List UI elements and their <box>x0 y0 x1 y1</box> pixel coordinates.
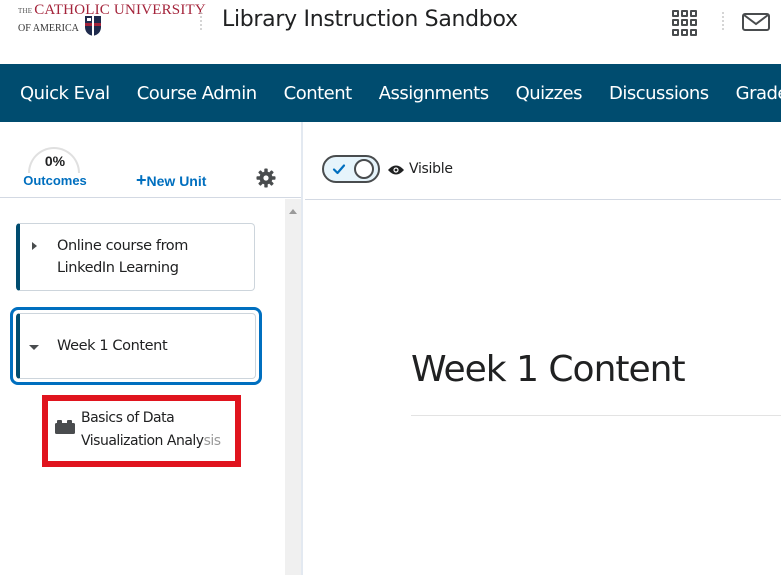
course-navbar: Quick Eval Course Admin Content Assignme… <box>0 64 781 122</box>
new-unit-button[interactable]: +New Unit <box>136 170 206 191</box>
nav-discussions[interactable]: Discussions <box>609 83 709 104</box>
lego-block-icon <box>55 420 75 434</box>
topic-item-highlighted[interactable]: Basics of Data Visualization Analysis <box>42 395 241 467</box>
unit-item[interactable]: Online course from LinkedIn Learning <box>16 223 255 291</box>
topic-title: Basics of Data Visualization Analysis <box>81 407 241 453</box>
main-content: Visible Week 1 Content <box>305 122 781 575</box>
logo-line1: CATHOLIC UNIVERSITY <box>34 2 206 18</box>
eye-icon <box>388 165 404 175</box>
unit-title: Week 1 Content <box>57 338 168 354</box>
sidebar-scrollbar[interactable] <box>285 199 301 575</box>
apps-grid-icon[interactable] <box>672 10 698 36</box>
course-title[interactable]: Library Instruction Sandbox <box>222 7 518 32</box>
logo-prefix: THE <box>18 6 33 15</box>
nav-content[interactable]: Content <box>284 83 353 104</box>
topic-title-line1: Basics of Data <box>81 410 175 426</box>
mail-icon[interactable] <box>742 13 770 31</box>
divider <box>411 415 781 416</box>
scroll-up-arrow-icon[interactable] <box>289 209 297 214</box>
logo-line2: OF AMERICA <box>18 22 79 34</box>
page-title[interactable]: Week 1 Content <box>411 349 686 390</box>
outcomes-percent: 0% <box>44 153 66 169</box>
nav-assignments[interactable]: Assignments <box>379 83 489 104</box>
visibility-label: Visible <box>409 161 453 177</box>
gear-icon[interactable] <box>256 168 276 188</box>
nav-quick-eval[interactable]: Quick Eval <box>20 83 110 104</box>
sidebar-toolbar: 0% Outcomes +New Unit <box>0 122 301 198</box>
outcomes-label: Outcomes <box>23 173 87 188</box>
shield-icon <box>84 16 101 36</box>
header-divider <box>200 12 203 32</box>
new-unit-label: New Unit <box>146 173 207 189</box>
collapse-caret-icon[interactable] <box>29 345 39 350</box>
nav-quizzes[interactable]: Quizzes <box>516 83 583 104</box>
university-logo[interactable]: THE CATHOLIC UNIVERSITY OF AMERICA <box>18 2 206 42</box>
unit-tree: Online course from LinkedIn Learning Wee… <box>0 199 285 575</box>
unit-title: Online course from LinkedIn Learning <box>57 238 189 276</box>
expand-caret-icon[interactable] <box>32 242 37 250</box>
unit-item-selected[interactable]: Week 1 Content <box>16 313 256 379</box>
unit-toolbar: Visible <box>305 122 781 200</box>
check-icon <box>332 164 346 175</box>
topic-title-line2: Visualization Analy <box>81 433 204 449</box>
plus-icon: + <box>136 170 147 190</box>
header-divider <box>722 12 725 32</box>
topic-title-fade: sis <box>203 433 221 449</box>
nav-course-admin[interactable]: Course Admin <box>137 83 257 104</box>
header: THE CATHOLIC UNIVERSITY OF AMERICA Librar… <box>0 0 781 64</box>
content-sidebar: 0% Outcomes +New Unit Online course from… <box>0 122 303 575</box>
nav-grades[interactable]: Grades <box>736 83 781 104</box>
visibility-toggle[interactable] <box>322 155 380 183</box>
toggle-knob <box>354 159 374 179</box>
outcomes-button[interactable]: 0% Outcomes <box>22 147 88 189</box>
